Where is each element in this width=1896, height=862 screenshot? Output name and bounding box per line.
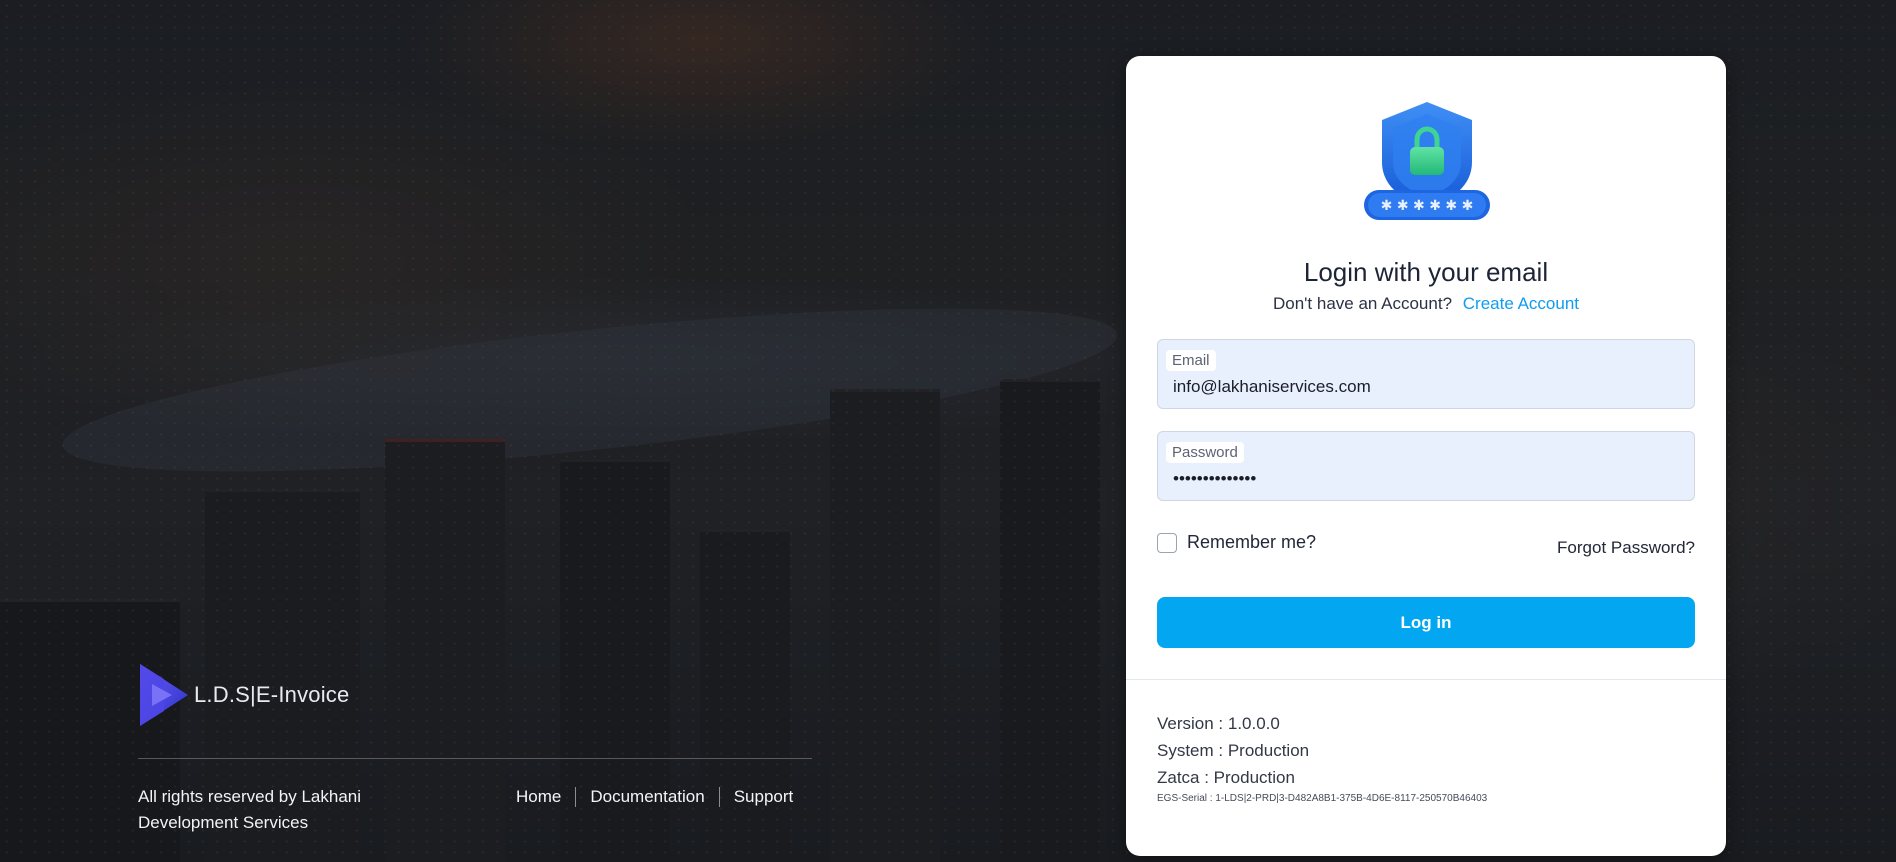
signup-prompt: Don't have an Account? Create Account (1126, 294, 1726, 314)
brand: L.D.S|E-Invoice (138, 662, 349, 728)
system-text: System : Production (1157, 741, 1310, 760)
card-divider (1126, 679, 1726, 680)
email-input[interactable] (1173, 374, 1673, 400)
zatca-text: Zatca : Production (1157, 768, 1295, 787)
brand-name: L.D.S|E-Invoice (194, 682, 350, 707)
shield-lock-password-icon: ✱ ✱ ✱ ✱ ✱ ✱ (1364, 102, 1490, 220)
password-label: Password (1166, 442, 1244, 463)
svg-text:✱ ✱ ✱ ✱ ✱ ✱: ✱ ✱ ✱ ✱ ✱ ✱ (1381, 198, 1474, 214)
copyright-text: All rights reserved by Lakhani Developme… (138, 787, 362, 832)
no-account-text: Don't have an Account? (1272, 294, 1453, 313)
footer-links: Home Documentation Support (502, 784, 793, 810)
password-field[interactable]: Password (1157, 431, 1695, 501)
login-title: Login with your email (1303, 257, 1549, 287)
version-text: Version : 1.0.0.0 (1157, 714, 1280, 733)
forgot-password-link[interactable]: Forgot Password? (1557, 538, 1695, 558)
remember-me-checkbox[interactable] (1157, 532, 1177, 553)
footer-link-support[interactable]: Support (720, 787, 794, 807)
login-card: ✱ ✱ ✱ ✱ ✱ ✱ Login with your email Don't … (1126, 56, 1726, 856)
egs-serial-text: EGS-Serial : 1-LDS|2-PRD|3-D482A8B1-375B… (1157, 793, 1488, 804)
email-field[interactable]: Email (1157, 339, 1695, 409)
remember-me[interactable]: Remember me? (1157, 532, 1316, 553)
footer-link-documentation[interactable]: Documentation (576, 787, 720, 807)
remember-me-label[interactable]: Remember me? (1187, 532, 1316, 553)
password-input[interactable] (1173, 466, 1673, 492)
play-triangle-logo-icon (140, 664, 188, 726)
login-button[interactable]: Log in (1157, 597, 1695, 648)
footer-divider (138, 758, 812, 759)
create-account-link[interactable]: Create Account (1463, 294, 1579, 313)
footer-link-home[interactable]: Home (502, 787, 577, 807)
email-label: Email (1166, 350, 1216, 371)
